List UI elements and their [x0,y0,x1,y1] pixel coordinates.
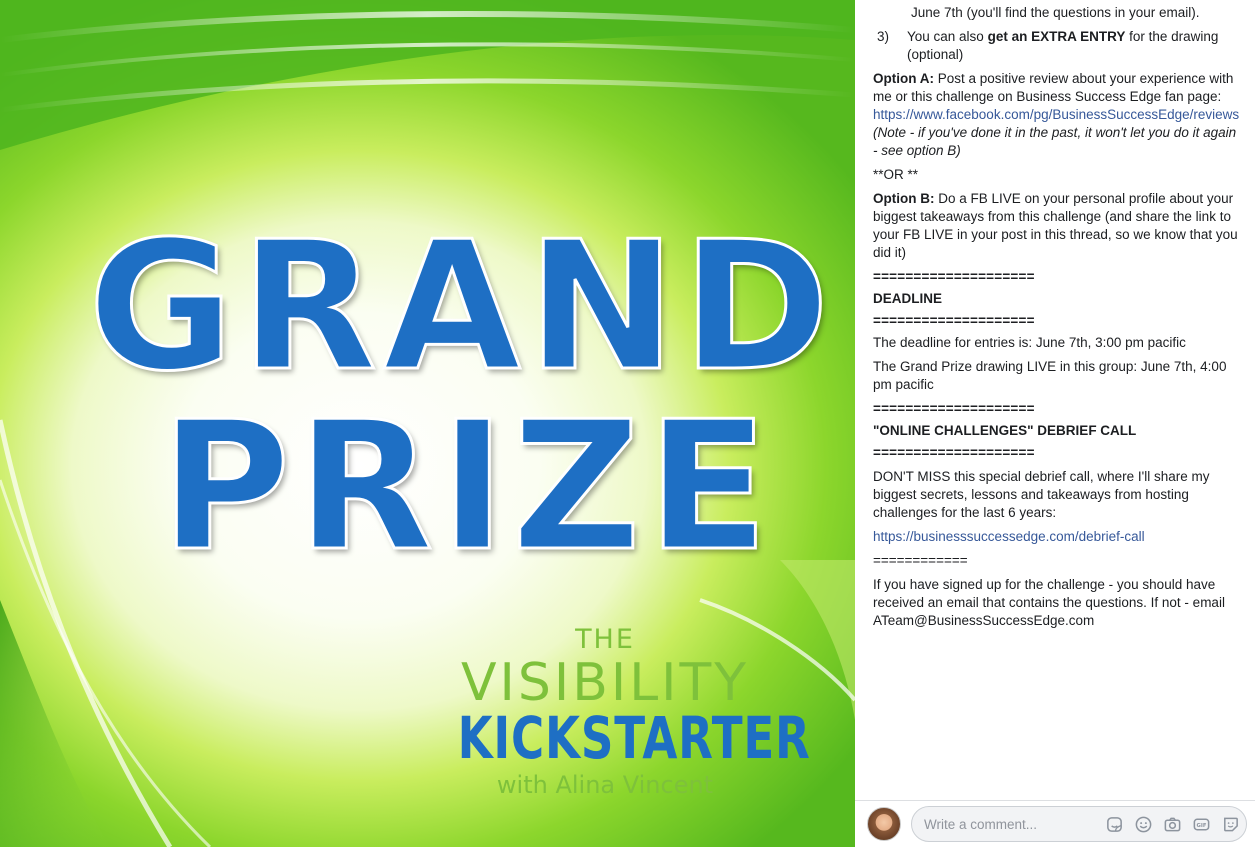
separator: ==================== [873,313,1035,328]
option-a-note: (Note - if you've done it in the past, i… [873,125,1237,158]
sticker-face-icon[interactable] [1104,814,1124,834]
camera-icon[interactable] [1162,814,1182,834]
post-body: June 7th (you'll find the questions in y… [855,0,1255,800]
short-separator: ============ [873,553,968,568]
item3-bold-text: get an EXTRA ENTRY [987,29,1126,44]
grand-prize-image[interactable]: GRAND PRIZE THE VISIBILITY KICKSTARTER w… [0,0,855,847]
grand-headline: GRAND [87,203,836,410]
avatar[interactable] [867,807,901,841]
separator: ==================== [873,401,1035,416]
reviews-link[interactable]: https://www.facebook.com/pg/BusinessSucc… [873,107,1239,122]
comment-placeholder: Write a comment... [924,816,1038,832]
comment-bar: Write a comment... GIF [855,800,1255,847]
signup-text: If you have signed up for the challenge … [873,577,1225,628]
deadline-heading: DEADLINE [873,291,943,306]
item3-pre-text: You can also [907,29,988,44]
logo-the-text: THE [575,624,635,655]
comment-input[interactable]: Write a comment... GIF [911,806,1247,842]
gif-icon[interactable]: GIF [1191,814,1211,834]
list-item-3: 3) You can also get an EXTRA ENTRY for t… [873,28,1241,64]
list-item-continuation: June 7th (you'll find the questions in y… [911,5,1200,20]
option-a-paragraph: Option A: Post a positive review about y… [873,70,1241,160]
debrief-heading: "ONLINE CHALLENGES" DEBRIEF CALL [873,423,1137,438]
deadline-text-drawing: The Grand Prize drawing LIVE in this gro… [873,359,1227,392]
option-b-label: Option B: [873,191,935,206]
logo-author-text: with Alina Vincent [496,771,714,799]
logo-kickstarter-text: KICKSTARTER [457,704,811,772]
option-a-label: Option A: [873,71,934,86]
deadline-text-entries: The deadline for entries is: June 7th, 3… [873,335,1186,350]
svg-text:GIF: GIF [1196,822,1206,828]
sticker-icon[interactable] [1220,814,1240,834]
list-number: 3) [877,29,890,44]
option-b-paragraph: Option B: Do a FB LIVE on your personal … [873,190,1241,262]
emoji-icon[interactable] [1133,814,1153,834]
visibility-kickstarter-logo: THE VISIBILITY KICKSTARTER with Alina Vi… [416,620,811,840]
or-text: **OR ** [873,167,919,182]
separator: ==================== [873,445,1035,460]
list-item-text: You can also get an EXTRA ENTRY for the … [907,28,1241,64]
logo-visibility-text: VISIBILITY [460,653,750,713]
debrief-text: DON'T MISS this special debrief call, wh… [873,469,1210,520]
prize-headline: PRIZE [159,383,775,590]
debrief-link-paragraph: https://businesssuccessedge.com/debrief-… [873,528,1241,546]
separator: ==================== [873,269,1035,284]
debrief-call-link[interactable]: https://businesssuccessedge.com/debrief-… [873,529,1145,544]
